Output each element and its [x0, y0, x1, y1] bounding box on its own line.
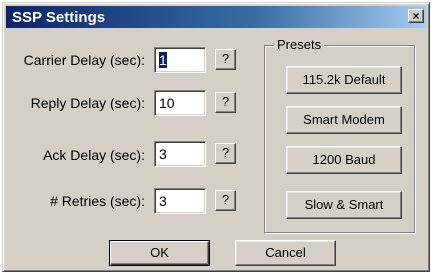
ack-delay-label: Ack Delay (sec): — [43, 147, 145, 163]
carrier-delay-input[interactable]: 1 — [154, 47, 206, 73]
reply-delay-label: Reply Delay (sec): — [30, 95, 145, 111]
reply-delay-input[interactable]: 10 — [154, 90, 206, 116]
reply-delay-help-button[interactable]: ? — [215, 92, 236, 113]
close-button[interactable]: × — [408, 9, 424, 23]
ack-delay-input[interactable]: 3 — [154, 141, 206, 167]
carrier-delay-help-button[interactable]: ? — [215, 49, 236, 70]
dialog-title: SSP Settings — [12, 9, 106, 26]
ok-button[interactable]: OK — [109, 240, 210, 266]
preset-slow-smart-button[interactable]: Slow & Smart — [286, 191, 402, 219]
cancel-button[interactable]: Cancel — [235, 240, 336, 266]
preset-115k-default-button[interactable]: 115.2k Default — [286, 66, 402, 94]
retries-help-button[interactable]: ? — [215, 190, 236, 211]
preset-smart-modem-button[interactable]: Smart Modem — [286, 106, 402, 134]
close-icon: × — [412, 9, 420, 23]
preset-1200-baud-button[interactable]: 1200 Baud — [286, 146, 402, 174]
title-bar[interactable]: SSP Settings × — [6, 6, 426, 28]
ack-delay-help-button[interactable]: ? — [215, 143, 236, 164]
retries-input[interactable]: 3 — [154, 188, 206, 214]
retries-label: # Retries (sec): — [50, 193, 145, 209]
presets-group-label: Presets — [274, 37, 325, 52]
carrier-delay-label: Carrier Delay (sec): — [23, 52, 145, 68]
